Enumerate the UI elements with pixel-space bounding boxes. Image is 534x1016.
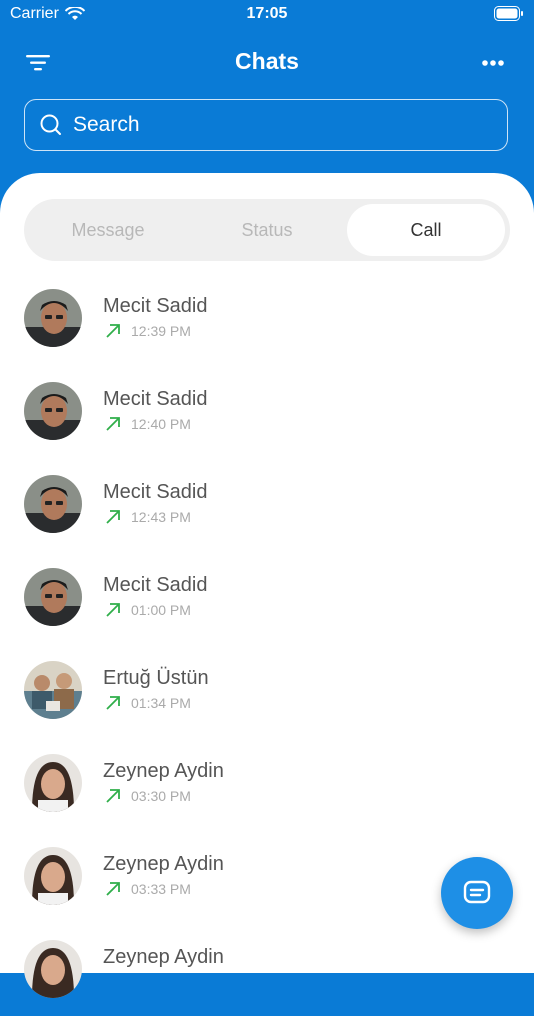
call-meta: 12:43 PM bbox=[105, 509, 191, 525]
navigation-bar: Chats bbox=[0, 40, 534, 86]
outgoing-call-arrow-icon bbox=[106, 510, 120, 524]
call-time: 01:00 PM bbox=[131, 602, 191, 618]
avatar bbox=[24, 940, 82, 998]
call-time: 01:34 PM bbox=[131, 695, 191, 711]
more-options-button[interactable] bbox=[478, 50, 512, 76]
call-meta: 12:40 PM bbox=[105, 416, 191, 432]
outgoing-call-arrow-icon bbox=[106, 324, 120, 338]
contact-name: Ertuğ Üstün bbox=[103, 667, 209, 689]
outgoing-call-arrow-icon bbox=[106, 696, 120, 710]
contact-name: Mecit Sadid bbox=[103, 574, 208, 596]
call-row[interactable]: Mecit Sadid 12:43 PM bbox=[0, 471, 534, 551]
tab-message[interactable]: Message bbox=[29, 204, 187, 256]
call-row[interactable]: Mecit Sadid 01:00 PM bbox=[0, 564, 534, 644]
contact-name: Mecit Sadid bbox=[103, 388, 208, 410]
page-title: Chats bbox=[235, 48, 299, 74]
outgoing-call-arrow-icon bbox=[106, 789, 120, 803]
search-input[interactable]: Search bbox=[24, 99, 508, 151]
clock: 17:05 bbox=[246, 5, 288, 22]
outgoing-call-arrow-icon bbox=[106, 882, 120, 896]
call-meta: 03:30 PM bbox=[105, 788, 191, 804]
call-meta: 12:39 PM bbox=[105, 323, 191, 339]
status-bar: Carrier 17:05 bbox=[0, 0, 534, 30]
avatar bbox=[24, 475, 82, 533]
call-time: 03:30 PM bbox=[131, 788, 191, 804]
search-icon bbox=[40, 114, 61, 135]
avatar bbox=[24, 382, 82, 440]
avatar bbox=[24, 847, 82, 905]
call-time: 12:43 PM bbox=[131, 509, 191, 525]
battery-icon bbox=[494, 6, 523, 21]
call-meta: 01:00 PM bbox=[105, 602, 191, 618]
call-row[interactable]: Zeynep Aydin bbox=[0, 936, 534, 1016]
avatar bbox=[24, 661, 82, 719]
contact-name: Zeynep Aydin bbox=[103, 760, 224, 782]
call-time: 12:40 PM bbox=[131, 416, 191, 432]
call-time: 03:33 PM bbox=[131, 881, 191, 897]
call-row[interactable]: Mecit Sadid 12:40 PM bbox=[0, 378, 534, 458]
call-row[interactable]: Zeynep Aydin 03:30 PM bbox=[0, 750, 534, 830]
outgoing-call-arrow-icon bbox=[106, 603, 120, 617]
outgoing-call-arrow-icon bbox=[106, 417, 120, 431]
avatar bbox=[24, 568, 82, 626]
avatar bbox=[24, 754, 82, 812]
call-meta: 03:33 PM bbox=[105, 881, 191, 897]
search-placeholder: Search bbox=[73, 113, 140, 136]
contact-name: Zeynep Aydin bbox=[103, 853, 224, 875]
call-time: 12:39 PM bbox=[131, 323, 191, 339]
contact-name: Mecit Sadid bbox=[103, 295, 208, 317]
avatar bbox=[24, 289, 82, 347]
call-meta: 01:34 PM bbox=[105, 695, 191, 711]
new-chat-button[interactable] bbox=[441, 857, 513, 929]
contact-name: Mecit Sadid bbox=[103, 481, 208, 503]
tab-status[interactable]: Status bbox=[188, 204, 346, 256]
contact-name: Zeynep Aydin bbox=[103, 946, 224, 968]
chat-bubble-icon bbox=[463, 880, 491, 904]
call-row[interactable]: Mecit Sadid 12:39 PM bbox=[0, 285, 534, 365]
tab-switcher: Message Status Call bbox=[24, 199, 510, 261]
call-row[interactable]: Ertuğ Üstün 01:34 PM bbox=[0, 657, 534, 737]
tab-call[interactable]: Call bbox=[347, 204, 505, 256]
more-dots-icon bbox=[482, 60, 504, 66]
